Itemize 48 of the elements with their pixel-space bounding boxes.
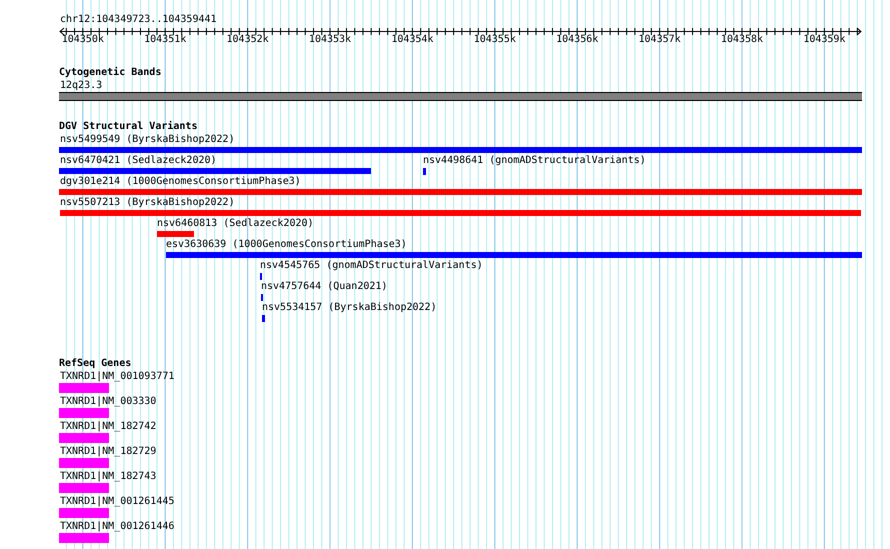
feature-label: nsv4757644 (Quan2021) <box>261 281 388 293</box>
gene-bar[interactable] <box>59 483 109 493</box>
variant-bar[interactable] <box>59 168 371 174</box>
axis-tick-label: 104351k <box>144 34 186 46</box>
feature-label: nsv6460813 (Sedlazeck2020) <box>157 218 314 230</box>
feature-label: nsv5499549 (ByrskaBishop2022) <box>60 134 235 146</box>
axis-tick-label: 104353k <box>308 34 352 46</box>
gene-bar[interactable] <box>59 383 109 393</box>
feature-label: nsv5507213 (ByrskaBishop2022) <box>60 197 235 209</box>
feature-label: nsv5534157 (ByrskaBishop2022) <box>262 302 437 314</box>
band-bar[interactable] <box>59 92 862 101</box>
feature-label: TXNRD1|NM_001261446 <box>60 521 174 533</box>
axis-tick-label: 104357k <box>638 34 681 46</box>
axis-tick-label: 104354k <box>391 34 434 46</box>
track-title: RefSeq Genes <box>59 358 132 370</box>
region-title: chr12:104349723..104359441 <box>60 14 217 26</box>
axis-tick-label: 104352k <box>226 34 269 46</box>
feature-label: TXNRD1|NM_182743 <box>60 471 156 483</box>
variant-bar[interactable] <box>423 168 426 175</box>
axis-tick-label: 104350k <box>62 34 104 46</box>
feature-label: 12q23.3 <box>60 80 102 92</box>
axis-tick-label: 104358k <box>720 34 764 46</box>
variant-bar[interactable] <box>262 315 265 322</box>
feature-label: TXNRD1|NM_182729 <box>60 446 156 458</box>
axis-tick-label: 104355k <box>474 34 516 46</box>
feature-label: nsv4545765 (gnomADStructuralVariants) <box>260 260 483 272</box>
gene-bar[interactable] <box>59 458 109 468</box>
feature-label: esv3630639 (1000GenomesConsortiumPhase3) <box>166 239 407 251</box>
axis-tick-label: 104356k <box>556 34 598 46</box>
variant-bar[interactable] <box>60 210 861 216</box>
gene-bar[interactable] <box>59 508 109 518</box>
feature-label: dgv301e214 (1000GenomesConsortiumPhase3) <box>60 176 301 188</box>
track-title: DGV Structural Variants <box>59 121 198 133</box>
gene-bar[interactable] <box>59 433 109 443</box>
feature-label: TXNRD1|NM_001261445 <box>60 496 174 508</box>
track-title: Cytogenetic Bands <box>59 67 162 79</box>
feature-label: TXNRD1|NM_182742 <box>60 421 156 433</box>
variant-bar[interactable] <box>59 147 862 153</box>
variant-bar[interactable] <box>157 231 194 237</box>
feature-label: TXNRD1|NM_003330 <box>60 396 156 408</box>
gene-bar[interactable] <box>59 408 109 418</box>
gene-bar[interactable] <box>59 533 109 543</box>
feature-label: TXNRD1|NM_001093771 <box>60 371 174 383</box>
variant-bar[interactable] <box>59 189 862 195</box>
feature-label: nsv4498641 (gnomADStructuralVariants) <box>423 155 646 167</box>
feature-label: nsv6470421 (Sedlazeck2020) <box>60 155 217 167</box>
variant-bar[interactable] <box>166 252 862 258</box>
axis-tick-label: 104359k <box>803 34 846 46</box>
